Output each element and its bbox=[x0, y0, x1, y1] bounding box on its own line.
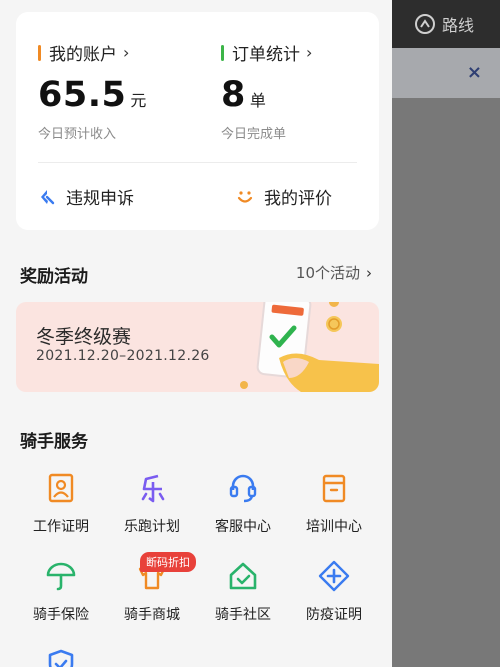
account-value: 65.5 bbox=[38, 75, 127, 115]
service-training-center[interactable]: 培训中心 bbox=[288, 472, 380, 536]
account-title: 我的账户 bbox=[49, 45, 117, 65]
service-work-proof[interactable]: 工作证明 bbox=[15, 472, 107, 536]
service-shield[interactable] bbox=[15, 648, 107, 667]
orders-caption: 今日完成单 bbox=[221, 127, 287, 142]
service-support-center[interactable]: 客服中心 bbox=[197, 472, 289, 536]
account-accent-bar bbox=[38, 44, 41, 61]
winter-contest-banner[interactable]: 冬季终级赛 2021.12.20–2021.12.26 bbox=[16, 302, 379, 392]
home-icon bbox=[229, 562, 257, 590]
plus-diamond-icon bbox=[318, 560, 350, 592]
service-label: 防疫证明 bbox=[306, 607, 362, 623]
service-label: 骑手保险 bbox=[33, 607, 89, 623]
service-label: 培训中心 bbox=[306, 519, 362, 535]
divider bbox=[38, 162, 357, 163]
rewards-more-link[interactable]: 10个活动 › bbox=[296, 262, 372, 283]
chevron-right-icon: › bbox=[366, 263, 372, 282]
le-run-icon bbox=[141, 474, 165, 503]
account-caption: 今日预计收入 bbox=[38, 127, 117, 142]
account-unit: 元 bbox=[130, 91, 147, 110]
orders-accent-bar bbox=[221, 44, 224, 61]
orders-value: 8 bbox=[221, 75, 246, 115]
overlay-notice-bar: × bbox=[392, 48, 500, 98]
smile-icon bbox=[237, 190, 253, 203]
id-card-icon bbox=[48, 473, 74, 503]
overlay-top-bar: 路线 bbox=[392, 0, 500, 48]
rider-drawer: 我的账户 › 65.5 元 今日预计收入 订单统计 › 8 单 今日完成单 违规… bbox=[0, 0, 392, 667]
discount-badge: 断码折扣 bbox=[140, 552, 196, 572]
orders-unit: 单 bbox=[249, 91, 266, 110]
service-label: 骑手社区 bbox=[215, 607, 271, 623]
orders-stat[interactable]: 订单统计 › 8 单 今日完成单 bbox=[221, 40, 312, 142]
account-stat[interactable]: 我的账户 › 65.5 元 今日预计收入 bbox=[38, 40, 146, 142]
service-rider-community[interactable]: 骑手社区 bbox=[197, 560, 289, 624]
service-rider-insurance[interactable]: 骑手保险 bbox=[15, 560, 107, 624]
service-label: 客服中心 bbox=[215, 519, 271, 535]
training-box-icon bbox=[322, 474, 346, 503]
rewards-title: 奖励活动 bbox=[20, 267, 88, 287]
chevron-right-icon: › bbox=[306, 43, 313, 62]
reviews-button[interactable]: 我的评价 bbox=[236, 184, 332, 209]
summary-card: 我的账户 › 65.5 元 今日预计收入 订单统计 › 8 单 今日完成单 违规… bbox=[16, 12, 379, 230]
service-label: 工作证明 bbox=[33, 519, 89, 535]
banner-title: 冬季终级赛 bbox=[36, 326, 132, 348]
umbrella-icon bbox=[46, 562, 76, 591]
phone-hand-illustration bbox=[240, 302, 379, 392]
shield-icon bbox=[48, 649, 74, 667]
route-label[interactable]: 路线 bbox=[442, 12, 474, 36]
service-epidemic-proof[interactable]: 防疫证明 bbox=[288, 560, 380, 624]
rewards-more-label: 10个活动 bbox=[295, 264, 360, 282]
orders-title: 订单统计 bbox=[232, 45, 300, 65]
banner-date: 2021.12.20–2021.12.26 bbox=[36, 348, 210, 364]
appeal-icon bbox=[41, 189, 55, 204]
service-label: 乐跑计划 bbox=[124, 519, 180, 535]
chevron-right-icon: › bbox=[123, 43, 130, 62]
appeal-label: 违规申诉 bbox=[66, 189, 134, 209]
service-label: 骑手商城 bbox=[124, 607, 180, 623]
service-le-run[interactable]: 乐跑计划 bbox=[106, 472, 198, 536]
services-title: 骑手服务 bbox=[20, 432, 88, 452]
close-icon[interactable]: × bbox=[467, 62, 482, 83]
reviews-label: 我的评价 bbox=[264, 189, 332, 209]
appeal-button[interactable]: 违规申诉 bbox=[38, 184, 134, 209]
route-icon bbox=[415, 14, 435, 34]
headset-icon bbox=[229, 474, 257, 503]
overlay-mask[interactable]: 路线 × bbox=[392, 0, 500, 667]
